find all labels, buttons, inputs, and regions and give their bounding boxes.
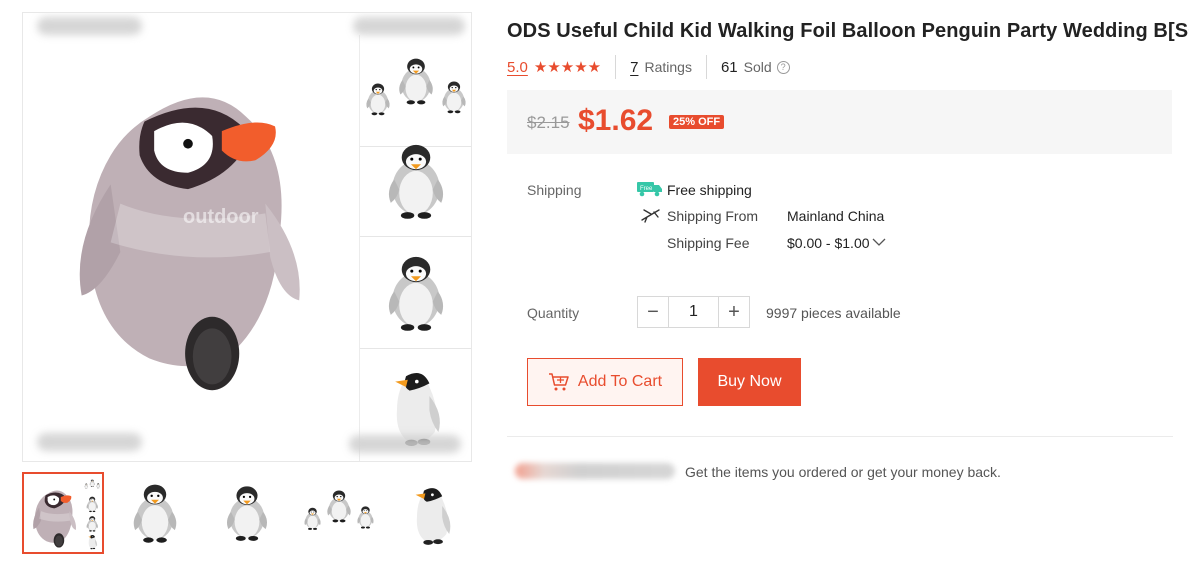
meta-divider xyxy=(615,55,617,79)
question-circle-icon[interactable]: ? xyxy=(776,60,790,74)
star-icon: ★ xyxy=(560,58,575,76)
ratings-label: Ratings xyxy=(644,59,692,75)
free-badge: Free xyxy=(640,186,653,192)
quantity-stepper: − 1 + xyxy=(637,296,750,328)
side-image-gray xyxy=(360,125,471,237)
free-shipping-text: Free shipping xyxy=(667,182,752,198)
product-gallery: outdoor xyxy=(22,12,472,462)
current-price: $1.62 xyxy=(578,104,654,137)
shipping-from-label: Shipping From xyxy=(667,208,759,224)
sold-label: Sold xyxy=(743,59,772,75)
image-watermark: outdoor xyxy=(183,206,259,228)
star-rating: ★ ★ ★ ★ ★ xyxy=(534,60,601,75)
blurred-watermark xyxy=(353,17,465,35)
plane-icon xyxy=(641,209,660,223)
meta-divider xyxy=(705,55,707,79)
thumbnail-1[interactable] xyxy=(22,472,104,554)
guarantee-text: Get the items you ordered or get your mo… xyxy=(685,464,1001,480)
rating-summary: 5.0 ★ ★ ★ ★ ★ 7 Ratings 61 Sold ? xyxy=(507,55,790,79)
original-price: $2.15 xyxy=(527,113,570,132)
increase-quantity-button[interactable]: + xyxy=(719,297,749,327)
side-image-gray-front xyxy=(360,237,471,349)
blurred-watermark xyxy=(349,435,461,453)
shipping-label: Shipping xyxy=(527,182,582,198)
section-divider xyxy=(507,436,1173,437)
cart-icon xyxy=(548,373,569,391)
guarantee-badge xyxy=(515,463,675,479)
add-to-cart-button[interactable]: Add To Cart xyxy=(527,358,683,406)
discount-badge: 25% OFF xyxy=(669,115,725,129)
star-icon: ★ xyxy=(587,58,602,76)
product-title: ODS Useful Child Kid Walking Foil Balloo… xyxy=(507,20,1189,42)
star-icon: ★ xyxy=(574,58,588,76)
shipping-fee-value[interactable]: $0.00 - $1.00 xyxy=(787,235,870,251)
chevron-down-icon[interactable] xyxy=(872,237,886,247)
truck-icon: Free xyxy=(637,182,662,197)
shipping-fee-label: Shipping Fee xyxy=(667,235,750,251)
quantity-input[interactable]: 1 xyxy=(668,297,719,327)
image-side-strip xyxy=(359,35,471,461)
add-to-cart-label: Add To Cart xyxy=(577,373,663,390)
main-product-image[interactable]: outdoor xyxy=(23,13,359,461)
sold-count: 61 xyxy=(720,58,738,76)
quantity-label: Quantity xyxy=(527,305,580,321)
thumbnail-5[interactable] xyxy=(390,472,472,554)
blurred-watermark xyxy=(37,17,142,35)
rating-score[interactable]: 5.0 xyxy=(507,59,528,76)
thumbnail-2[interactable] xyxy=(114,472,196,554)
buy-now-button[interactable]: Buy Now xyxy=(698,358,801,406)
star-icon: ★ xyxy=(533,58,548,76)
product-page: outdoor ODS Useful Child Kid Walking Foi… xyxy=(0,0,1189,568)
thumbnail-4[interactable] xyxy=(298,472,380,554)
shipping-from-value: Mainland China xyxy=(787,208,885,224)
ratings-count[interactable]: 7 xyxy=(630,59,638,76)
decrease-quantity-button[interactable]: − xyxy=(638,297,668,327)
blurred-watermark xyxy=(37,433,142,451)
thumbnail-row xyxy=(22,472,474,556)
price-section: $2.15 $1.62 25% OFF xyxy=(507,90,1172,154)
star-icon: ★ xyxy=(547,58,561,76)
thumbnail-3[interactable] xyxy=(206,472,288,554)
stock-available: 9997 pieces available xyxy=(766,305,901,321)
